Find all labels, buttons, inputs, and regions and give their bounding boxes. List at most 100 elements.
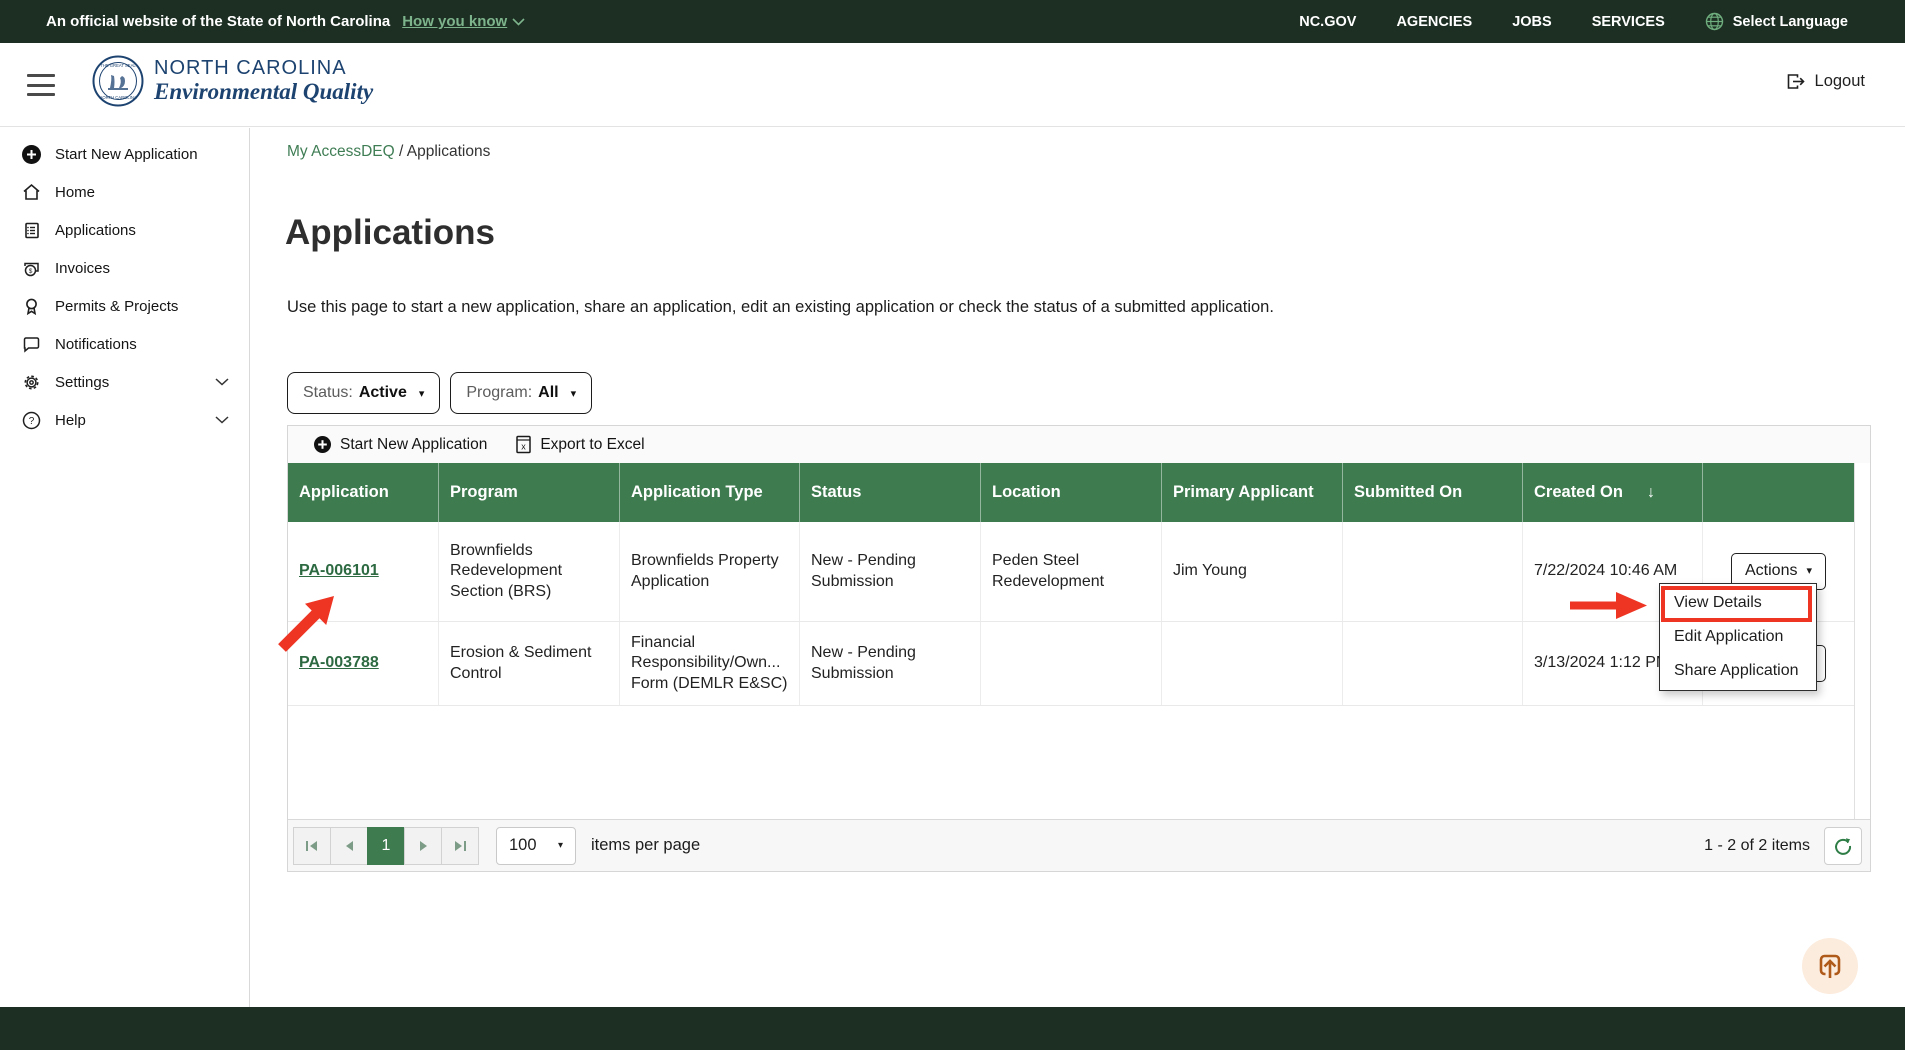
pagination-range-label: 1 - 2 of 2 items [1704, 837, 1810, 855]
sidebar-nav: Start New Application Home Applications … [0, 128, 250, 1007]
caret-down-icon: ▾ [1806, 564, 1812, 578]
table-header-row: Application Program Application Type Sta… [288, 463, 1870, 522]
breadcrumb: My AccessDEQ / Applications [287, 143, 490, 161]
start-new-application-button[interactable]: Start New Application [313, 435, 487, 454]
column-header-created-on[interactable]: Created On↓ [1522, 463, 1702, 522]
cell-application-type: Financial Responsibility/Own... Form (DE… [619, 622, 799, 705]
svg-text:NORTH CAROLINA: NORTH CAROLINA [99, 95, 137, 100]
refresh-button[interactable] [1824, 827, 1862, 865]
invoice-icon: $ [21, 258, 42, 279]
previous-page-icon [345, 840, 354, 852]
column-header-status[interactable]: Status [799, 463, 980, 522]
first-page-button[interactable] [293, 827, 331, 865]
feedback-fab-button[interactable] [1802, 938, 1858, 994]
sidebar-item-notifications[interactable]: Notifications [0, 325, 249, 363]
cell-status: New - Pending Submission [799, 622, 980, 705]
nav-jobs[interactable]: JOBS [1512, 14, 1552, 30]
share-up-icon [1815, 951, 1845, 981]
nav-nc-gov[interactable]: NC.GOV [1299, 14, 1356, 30]
page-title: Applications [285, 213, 495, 253]
application-link[interactable]: PA-006101 [299, 561, 379, 581]
sidebar-item-help[interactable]: ? Help [0, 401, 249, 439]
table-row: PA-003788 Erosion & Sediment Control Fin… [288, 622, 1870, 706]
sidebar-item-invoices[interactable]: $ Invoices [0, 249, 249, 287]
cell-application-type: Brownfields Property Application [619, 522, 799, 621]
page-size-select[interactable]: 100 ▾ [496, 827, 576, 865]
sidebar-item-start-new-application[interactable]: Start New Application [0, 135, 249, 173]
next-page-button[interactable] [404, 827, 442, 865]
official-text: An official website of the State of Nort… [46, 13, 390, 30]
chevron-down-icon [215, 378, 229, 386]
nav-agencies[interactable]: AGENCIES [1396, 14, 1472, 30]
items-per-page-label: items per page [591, 836, 700, 855]
last-page-button[interactable] [441, 827, 479, 865]
filter-bar: Status: Active ▾ Program: All ▾ [287, 372, 592, 414]
home-icon [21, 182, 42, 203]
caret-down-icon: ▾ [558, 840, 563, 851]
plus-circle-icon [21, 144, 42, 165]
excel-file-icon: x [515, 435, 532, 454]
award-icon [21, 296, 42, 317]
column-header-program[interactable]: Program [438, 463, 619, 522]
nav-services[interactable]: SERVICES [1592, 14, 1665, 30]
sidebar-item-home[interactable]: Home [0, 173, 249, 211]
column-header-application-type[interactable]: Application Type [619, 463, 799, 522]
globe-icon [1705, 12, 1724, 31]
how-you-know-link[interactable]: How you know [402, 13, 525, 30]
column-header-location[interactable]: Location [980, 463, 1161, 522]
grid-toolbar: Start New Application x Export to Excel [288, 426, 1870, 463]
last-page-icon [453, 840, 467, 852]
logout-icon [1785, 71, 1806, 92]
menu-item-share-application[interactable]: Share Application [1660, 654, 1816, 688]
logo-text-line1: NORTH CAROLINA [154, 58, 373, 79]
select-language-button[interactable]: Select Language [1705, 12, 1848, 31]
cell-location: Peden Steel Redevelopment [980, 522, 1161, 621]
cell-primary-applicant: Jim Young [1161, 522, 1342, 621]
refresh-icon [1833, 836, 1853, 856]
column-header-primary-applicant[interactable]: Primary Applicant [1161, 463, 1342, 522]
table-row: PA-006101 Brownfields Redevelopment Sect… [288, 522, 1870, 622]
chevron-down-icon [215, 416, 229, 424]
status-filter-dropdown[interactable]: Status: Active ▾ [287, 372, 440, 414]
chevron-down-icon [512, 18, 525, 26]
logo-text-line2: Environmental Quality [154, 79, 373, 104]
question-icon: ? [21, 410, 42, 431]
cell-primary-applicant [1161, 622, 1342, 705]
svg-text:x: x [522, 442, 527, 452]
program-filter-dropdown[interactable]: Program: All ▾ [450, 372, 592, 414]
page-footer [0, 1007, 1905, 1050]
breadcrumb-current: Applications [407, 143, 491, 160]
sidebar-item-permits-projects[interactable]: Permits & Projects [0, 287, 249, 325]
caret-down-icon: ▾ [571, 387, 577, 400]
menu-item-view-details[interactable]: View Details [1660, 586, 1816, 620]
page-number-button[interactable]: 1 [367, 827, 405, 865]
applications-grid: Start New Application x Export to Excel … [287, 425, 1871, 872]
cell-program: Erosion & Sediment Control [438, 622, 619, 705]
menu-item-edit-application[interactable]: Edit Application [1660, 620, 1816, 654]
plus-circle-icon [313, 435, 332, 454]
grid-pagination: 1 100 ▾ items per page 1 - 2 of 2 items [288, 819, 1870, 871]
caret-down-icon: ▾ [419, 387, 425, 400]
list-icon [21, 220, 42, 241]
cell-submitted-on [1342, 622, 1522, 705]
svg-text:?: ? [29, 416, 35, 427]
logout-button[interactable]: Logout [1785, 71, 1865, 92]
first-page-icon [305, 840, 319, 852]
actions-dropdown-menu: View Details Edit Application Share Appl… [1659, 583, 1817, 691]
cell-status: New - Pending Submission [799, 522, 980, 621]
deq-logo: THE GREAT SEAL NORTH CAROLINA NORTH CARO… [92, 55, 373, 107]
column-header-application[interactable]: Application [288, 463, 438, 522]
grid-scrollbar-gutter[interactable] [1854, 463, 1870, 819]
breadcrumb-my-accessdeq[interactable]: My AccessDEQ [287, 143, 395, 160]
sidebar-item-settings[interactable]: Settings [0, 363, 249, 401]
previous-page-button[interactable] [330, 827, 368, 865]
export-to-excel-button[interactable]: x Export to Excel [515, 435, 644, 454]
menu-toggle-button[interactable] [27, 74, 55, 96]
svg-text:THE GREAT SEAL: THE GREAT SEAL [100, 63, 136, 68]
nc-state-seal-icon: THE GREAT SEAL NORTH CAROLINA [92, 55, 144, 107]
column-header-submitted-on[interactable]: Submitted On [1342, 463, 1522, 522]
sidebar-item-applications[interactable]: Applications [0, 211, 249, 249]
application-link[interactable]: PA-003788 [299, 653, 379, 673]
cell-program: Brownfields Redevelopment Section (BRS) [438, 522, 619, 621]
column-header-actions [1702, 463, 1854, 522]
